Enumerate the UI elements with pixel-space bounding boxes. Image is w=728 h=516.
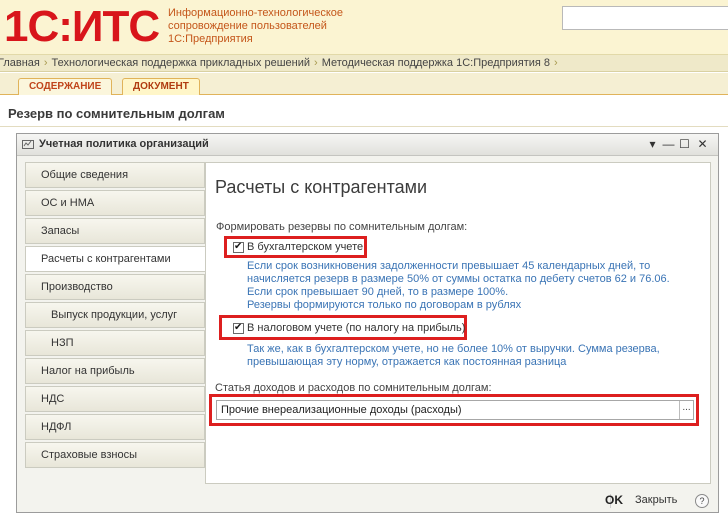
ok-button[interactable]: OK [605, 493, 623, 507]
settings-panel: Расчеты с контрагентами Формировать резе… [205, 162, 711, 484]
close-button[interactable]: Закрыть [635, 494, 677, 506]
document-tabs: СОДЕРЖАНИЕ ДОКУМЕНТ [0, 73, 728, 95]
nav-item-general[interactable]: Общие сведения [25, 162, 205, 188]
breadcrumb-separator-icon: › [314, 57, 318, 69]
nav-item-inventory[interactable]: Запасы [25, 218, 205, 244]
note-line: Если срок возникновения задолженности пр… [247, 260, 651, 272]
tagline-line: Информационно-технологическое [168, 7, 344, 19]
nav-item-production[interactable]: Производство [25, 274, 205, 300]
tagline: Информационно-технологическое сопровожде… [168, 7, 343, 46]
income-label: Статья доходов и расходов по сомнительны… [215, 382, 492, 394]
tagline-line: 1С:Предприятия [168, 33, 253, 45]
divider [0, 126, 728, 127]
income-expense-field[interactable]: Прочие внереализационные доходы (расходы… [216, 400, 694, 420]
window-menu-icon[interactable]: ▾ [645, 137, 660, 152]
breadcrumb-item-home[interactable]: Главная [0, 55, 40, 71]
policy-window: Учетная политика организаций ▾ — ☐ ✕ Общ… [16, 133, 719, 513]
note-line: начисляется резерв в размере 50% от сумм… [247, 273, 670, 285]
breadcrumb-separator-icon: › [554, 57, 558, 69]
breadcrumb-item-methodical[interactable]: Методическая поддержка 1С:Предприятия 8 [322, 55, 550, 71]
page-title: Резерв по сомнительным долгам [8, 106, 225, 121]
close-icon[interactable]: ✕ [695, 137, 710, 152]
nav-item-settlements[interactable]: Расчеты с контрагентами [25, 246, 207, 272]
note-line: Резервы формируются только по договорам … [247, 299, 522, 311]
search-input[interactable] [562, 6, 728, 30]
tab-document[interactable]: ДОКУМЕНТ [122, 78, 200, 95]
breadcrumb-item-support[interactable]: Технологическая поддержка прикладных реш… [52, 55, 310, 71]
tax-note: Так же, как в бухгалтерском учете, но не… [247, 343, 660, 369]
panel-title: Расчеты с контрагентами [215, 177, 428, 197]
note-line: Если срок превышает 90 дней, то в размер… [247, 286, 509, 298]
minimize-icon[interactable]: — [661, 137, 676, 152]
nav-item-income-tax[interactable]: НДФЛ [25, 414, 205, 440]
logo[interactable]: 1С:ИТС [4, 2, 160, 52]
nav-item-output[interactable]: Выпуск продукции, услуг [25, 302, 205, 328]
window-titlebar[interactable]: Учетная политика организаций ▾ — ☐ ✕ [17, 134, 718, 156]
income-expense-value: Прочие внереализационные доходы (расходы… [221, 404, 462, 416]
nav-item-wip[interactable]: НЗП [25, 330, 205, 356]
nav-item-fixed-assets[interactable]: ОС и НМА [25, 190, 205, 216]
note-line: превышающая эту норму, отражается как по… [247, 356, 567, 368]
maximize-icon[interactable]: ☐ [677, 137, 692, 152]
tax-checkbox-label: В налоговом учете (по налогу на прибыль) [247, 322, 466, 334]
window-title: Учетная политика организаций [39, 138, 209, 150]
reserves-label: Формировать резервы по сомнительным долг… [216, 221, 468, 233]
tab-contents[interactable]: СОДЕРЖАНИЕ [18, 78, 113, 95]
nav-item-profit-tax[interactable]: Налог на прибыль [25, 358, 205, 384]
checkbox-checked-icon[interactable] [233, 322, 244, 334]
breadcrumb: Главная › Технологическая поддержка прикла… [0, 54, 728, 72]
accounting-checkbox[interactable]: В бухгалтерском учете [233, 241, 363, 253]
accounting-note: Если срок возникновения задолженности пр… [247, 260, 670, 312]
checkbox-checked-icon[interactable] [233, 241, 244, 253]
nav-item-vat[interactable]: НДС [25, 386, 205, 412]
tax-checkbox[interactable]: В налоговом учете (по налогу на прибыль) [233, 322, 465, 334]
accounting-checkbox-label: В бухгалтерском учете [247, 241, 364, 253]
note-line: Так же, как в бухгалтерском учете, но не… [247, 343, 660, 355]
help-icon[interactable]: ? [695, 494, 709, 508]
site-header: 1С:ИТС Информационно-технологическое соп… [0, 0, 728, 54]
window-icon [22, 138, 34, 150]
tagline-line: сопровождение пользователей [168, 20, 327, 32]
select-button[interactable]: ... [679, 401, 693, 419]
nav-item-insurance[interactable]: Страховые взносы [25, 442, 205, 468]
breadcrumb-separator-icon: › [43, 57, 48, 69]
window-footer: OK Закрыть ? [17, 490, 718, 512]
